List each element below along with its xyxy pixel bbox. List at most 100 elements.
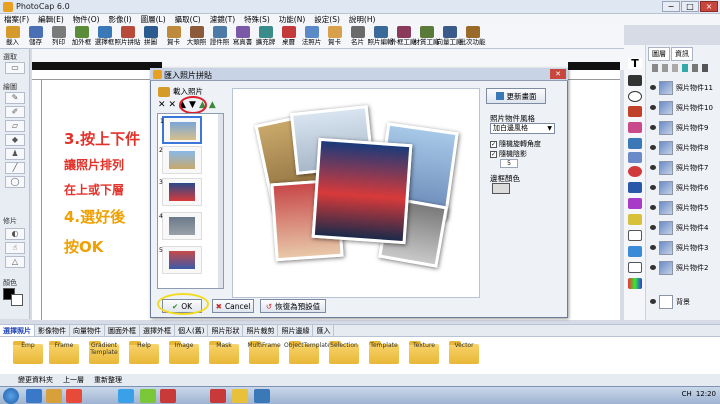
start-button[interactable] [3,388,19,404]
language-indicator[interactable]: CH [682,390,692,398]
explorer-icon[interactable] [46,389,62,403]
layer-copy-icon[interactable] [662,64,668,72]
stamp-tool[interactable]: ♟ [5,148,25,160]
folder-item[interactable]: Selection [324,341,364,364]
toolbar-card[interactable]: 賀卡 [163,25,184,48]
layer-color-icon[interactable] [682,64,688,72]
border-color-swatch[interactable] [492,183,510,194]
word-icon[interactable] [254,389,270,403]
menu-capture[interactable]: 攝取(C) [175,14,201,25]
thumbnail-item[interactable]: 5 [159,246,202,274]
speech-icon[interactable] [628,230,642,241]
shadow-value-field[interactable]: 5 [500,159,518,168]
bubble-icon[interactable] [628,214,642,225]
image-object-icon[interactable] [628,106,642,117]
dialog-close-button[interactable]: ✕ [550,69,566,79]
thumbnail-scrollbar[interactable] [218,114,223,288]
toolbar-greeting[interactable]: 賀卡 [324,25,345,48]
up-level-button[interactable]: 上一層 [63,375,84,385]
toolbar-namecard[interactable]: 名片 [347,25,368,48]
tab-layers[interactable]: 圖層 [648,47,670,61]
eye-icon[interactable] [650,225,656,230]
media-icon[interactable] [66,389,82,403]
layer-row[interactable]: 照片物件3 [650,238,716,257]
tab-vector-object[interactable]: 向量物件 [70,325,105,336]
toolbar-portrait[interactable]: 大頭照 [186,25,207,48]
layer-new-icon[interactable] [652,64,658,72]
toolbar-photobook[interactable]: 寫真書 [232,25,253,48]
folder-item[interactable]: Gradient Template [84,341,124,364]
background-color-swatch[interactable] [11,294,23,306]
eye-icon[interactable] [650,185,656,190]
layer-row[interactable]: 照片物件4 [650,218,716,237]
pen-tool[interactable]: ✎ [5,92,25,104]
eye-icon[interactable] [650,205,656,210]
menu-help[interactable]: 說明(H) [349,14,376,25]
menu-image[interactable]: 影像(I) [109,14,132,25]
folder-item[interactable]: Emp [8,341,48,364]
eye-icon[interactable] [650,165,656,170]
style-dropdown[interactable]: 加白邊風格 ▼ [490,123,555,134]
toolbar-save[interactable]: 儲存 [25,25,46,48]
tab-photo-edge[interactable]: 照片邊緣 [278,325,314,336]
toolbar-texture-factory[interactable]: 材質工廠 [414,25,440,48]
frame-object-icon[interactable] [628,138,642,149]
clock[interactable]: 12:20 [696,390,716,398]
tab-import[interactable]: 匯入 [313,325,335,336]
layer-delete-icon[interactable] [702,64,708,72]
toolbar-id-photo[interactable]: 證件照 [209,25,230,48]
layer-row[interactable]: 照片物件2 [650,258,716,277]
menu-function[interactable]: 功能(N) [279,14,305,25]
menu-layer[interactable]: 圖層(L) [141,14,166,25]
eye-icon[interactable] [650,265,656,270]
folder-item[interactable]: ObjectTemplate [284,341,331,364]
magnifier-icon[interactable] [628,152,642,163]
layer-row-background[interactable]: 背景 [650,292,716,311]
toolbar-add-frame[interactable]: 加外框 [71,25,92,48]
layer-row[interactable]: 照片物件9 [650,118,716,137]
eye-icon[interactable] [650,299,656,304]
move-bottom-icon[interactable]: ▲ [209,100,216,110]
sharpen-tool[interactable]: △ [5,256,25,268]
shape-tool[interactable]: ◯ [5,176,25,188]
toolbar-select-frame[interactable]: 選擇框 [94,25,115,48]
eye-icon[interactable] [650,245,656,250]
refresh-folder-button[interactable]: 重新整理 [94,375,122,385]
tab-picture-frame[interactable]: 圖面外框 [105,325,140,336]
toolbar-print[interactable]: 列印 [48,25,69,48]
layer-row[interactable]: 照片物件8 [650,138,716,157]
layer-row[interactable]: 照片物件10 [650,98,716,117]
ie-icon[interactable] [26,389,42,403]
object-icon[interactable] [628,198,642,209]
app-icon-taskbar[interactable] [118,389,134,403]
eraser-tool[interactable]: ▱ [5,120,25,132]
layer-row[interactable]: 照片物件7 [650,158,716,177]
select-tool[interactable]: ▭ [5,62,25,74]
palette-icon[interactable] [628,278,642,289]
fill-tool[interactable]: ◆ [5,134,25,146]
toolbar-vector-factory[interactable]: 向量工廠 [437,25,463,48]
tab-select-photo[interactable]: 選擇照片 [0,325,35,336]
eye-icon[interactable] [650,105,656,110]
cancel-button[interactable]: ✖ Cancel [212,299,254,313]
clock-icon[interactable] [628,166,642,177]
tab-photo-crop[interactable]: 照片裁剪 [243,325,279,336]
layer-merge-icon[interactable] [672,64,678,72]
change-folder-button[interactable]: 變更資料夾 [18,375,53,385]
callout-icon[interactable] [628,262,642,273]
toolbar-load[interactable]: 載入 [2,25,23,48]
rotate-checkbox[interactable]: ✓ 隨機旋轉角度 [490,139,541,149]
menu-object[interactable]: 物件(O) [73,14,100,25]
photocap-task-icon[interactable] [160,389,176,403]
arrow-icon[interactable] [628,246,642,257]
eye-icon[interactable] [650,85,656,90]
shadow-checkbox[interactable]: ✓ 隨機陰影 [490,149,527,159]
le-icon[interactable] [210,389,226,403]
minimize-button[interactable]: − [662,1,680,12]
eye-icon[interactable] [650,145,656,150]
shape-object-icon[interactable] [628,75,642,86]
layer-row[interactable]: 照片物件6 [650,178,716,197]
menu-file[interactable]: 檔案(F) [4,14,29,25]
maximize-button[interactable]: □ [681,1,699,12]
menu-filter[interactable]: 濾鏡(T) [210,14,235,25]
